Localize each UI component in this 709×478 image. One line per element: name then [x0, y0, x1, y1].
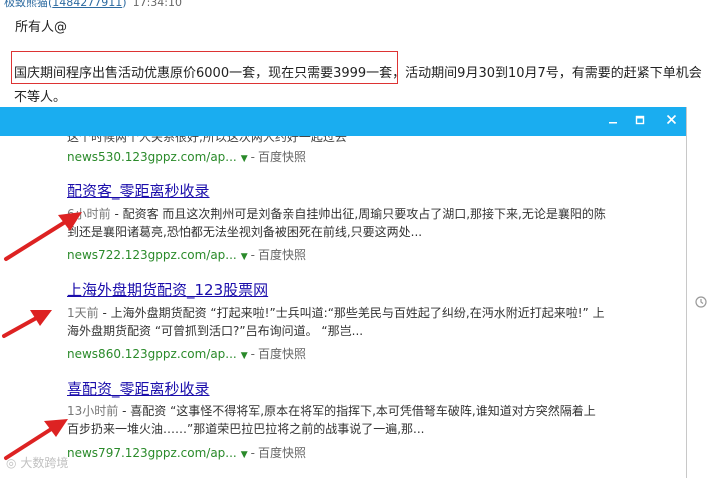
clipped-snippet: 这个时候两个人关系很好,所以这次两人约好一起过去	[67, 136, 347, 144]
window-titlebar[interactable]	[0, 107, 686, 136]
chevron-down-icon[interactable]: ▼	[241, 351, 248, 361]
result-url: news860.123gppz.com/ap...	[67, 347, 237, 361]
sender-time: 17:34:10	[132, 0, 182, 9]
watermark-text: 大数跨境	[20, 456, 69, 470]
chevron-down-icon[interactable]: ▼	[241, 252, 248, 262]
chat-message: 极致熊猫(1484277911) 17:34:10 所有人@ 国庆期间程序出售活动…	[0, 0, 709, 110]
result-url: news722.123gppz.com/ap...	[67, 248, 237, 262]
result-snippet: 1天前 - 上海外盘期货配资 “打起来啦!”士兵叫道:“那些羌民与百姓起了纠纷,…	[67, 304, 607, 340]
result-title-link[interactable]: 上海外盘期货配资_123股票网	[67, 279, 268, 300]
search-results: 这个时候两个人关系很好,所以这次两人约好一起过去 news530.123gppz…	[0, 136, 686, 478]
cache-link[interactable]: 百度快照	[258, 446, 306, 460]
screenshot-root: 极致熊猫(1484277911) 17:34:10 所有人@ 国庆期间程序出售活动…	[0, 0, 709, 478]
result-url: news797.123gppz.com/ap...	[67, 446, 237, 460]
result-url-line: news530.123gppz.com/ap... ▼ - 百度快照	[67, 150, 307, 164]
browser-window: 这个时候两个人关系很好,所以这次两人约好一起过去 news530.123gppz…	[0, 107, 687, 478]
result-snippet-text: - 上海外盘期货配资 “打起来啦!”士兵叫道:“那些羌民与百姓起了纠纷,在沔水附…	[67, 306, 605, 338]
sender-line: 极致熊猫(1484277911) 17:34:10	[4, 0, 182, 10]
mention-all: 所有人@	[15, 20, 68, 35]
minimize-icon[interactable]	[604, 113, 622, 129]
cache-link[interactable]: 百度快照	[258, 347, 306, 361]
announcement-text: 国庆期间程序出售活动优惠原价6000一套，现在只需要3999一套，活动期间9月3…	[14, 62, 704, 110]
watermark: ◎ 大数跨境	[6, 454, 68, 471]
red-arrow-icon	[2, 310, 52, 338]
watermark-logo-icon: ◎	[6, 456, 17, 470]
result-url-line: news797.123gppz.com/ap... ▼ - 百度快照	[67, 446, 307, 460]
result-snippet-text: - 配资客 而且这次荆州可是刘备亲自挂帅出征,周瑜只要攻占了湖口,那接下来,无论…	[67, 207, 606, 239]
chevron-down-icon[interactable]: ▼	[241, 154, 248, 164]
result-age: 1天前	[67, 306, 99, 320]
result-url-line: news722.123gppz.com/ap... ▼ - 百度快照	[67, 248, 307, 262]
announcement-line-2: 不等人。	[14, 90, 67, 105]
result-url-line: news860.123gppz.com/ap... ▼ - 百度快照	[67, 347, 307, 361]
chevron-down-icon[interactable]: ▼	[241, 450, 248, 460]
red-arrow-icon	[4, 212, 82, 261]
sender-name: 极致熊猫	[4, 0, 48, 9]
result-title-link[interactable]: 喜配资_零距离秒收录	[67, 378, 210, 399]
result-snippet: 13小时前 - 喜配资 “这事怪不得将军,原本在将军的指挥下,本可凭借弩车破阵,…	[67, 402, 607, 438]
result-snippet-text: - 喜配资 “这事怪不得将军,原本在将军的指挥下,本可凭借弩车破阵,谁知道对方突…	[67, 404, 596, 436]
result-url: news530.123gppz.com/ap...	[67, 150, 237, 164]
maximize-icon[interactable]	[631, 113, 649, 129]
sender-qq-link[interactable]: 1484277911	[52, 0, 122, 9]
result-title-link[interactable]: 配资客_零距离秒收录	[67, 180, 210, 201]
cache-link[interactable]: 百度快照	[258, 248, 306, 262]
close-icon[interactable]	[662, 113, 680, 129]
result-snippet: 6小时前 - 配资客 而且这次荆州可是刘备亲自挂帅出征,周瑜只要攻占了湖口,那接…	[67, 205, 607, 241]
announcement-line-1: 国庆期间程序出售活动优惠原价6000一套，现在只需要3999一套，活动期间9月3…	[14, 66, 702, 81]
cache-link[interactable]: 百度快照	[258, 150, 306, 164]
clock-icon[interactable]	[695, 296, 707, 308]
